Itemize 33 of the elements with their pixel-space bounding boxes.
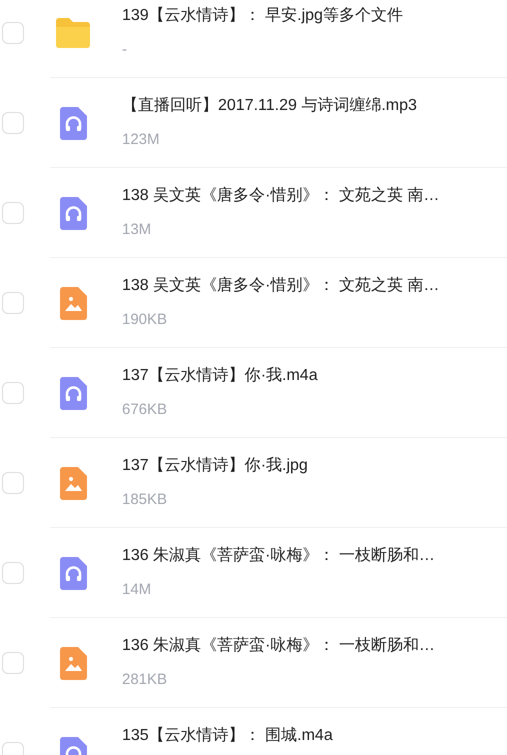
file-size: 190KB [122,310,168,330]
image-file-icon [60,466,86,500]
checkbox[interactable] [2,112,24,134]
file-size: 676KB [122,400,168,420]
file-size: 185KB [122,490,168,510]
file-size: 123M [122,130,161,150]
file-name[interactable]: 137【云水情诗】你·我.m4a [122,365,318,387]
checkbox[interactable] [2,652,24,674]
file-name[interactable]: 136 朱淑真《菩萨蛮·咏梅》： 一枝断肠和… [122,545,435,567]
image-file-icon [60,286,86,320]
audio-file-icon [60,376,86,410]
file-name[interactable]: 135【云水情诗】： 围城.m4a [122,725,333,747]
checkbox[interactable] [2,22,24,44]
file-name[interactable]: 137【云水情诗】你·我.jpg [122,455,308,477]
checkbox[interactable] [2,382,24,404]
file-name[interactable]: 【直播回听】2017.11.29 与诗词缠绵.mp3 [122,95,417,117]
checkbox[interactable] [2,202,24,224]
file-size: 13M [122,220,152,240]
checkbox[interactable] [2,472,24,494]
file-size: 14M [122,580,152,600]
image-file-icon [60,646,86,680]
folder-icon [54,17,92,49]
audio-file-icon [60,556,86,590]
audio-file-icon [60,106,86,140]
file-name[interactable]: 138 吴文英《唐多令·惜别》： 文苑之英 南… [122,275,440,297]
audio-file-icon [60,196,86,230]
checkbox[interactable] [2,562,24,584]
file-size: - [122,40,128,60]
checkbox[interactable] [2,292,24,314]
file-size: 281KB [122,670,168,690]
file-name[interactable]: 139【云水情诗】： 早安.jpg等多个文件 [122,5,403,27]
file-name[interactable]: 138 吴文英《唐多令·惜别》： 文苑之英 南… [122,185,440,207]
file-name[interactable]: 136 朱淑真《菩萨蛮·咏梅》： 一枝断肠和… [122,635,435,657]
